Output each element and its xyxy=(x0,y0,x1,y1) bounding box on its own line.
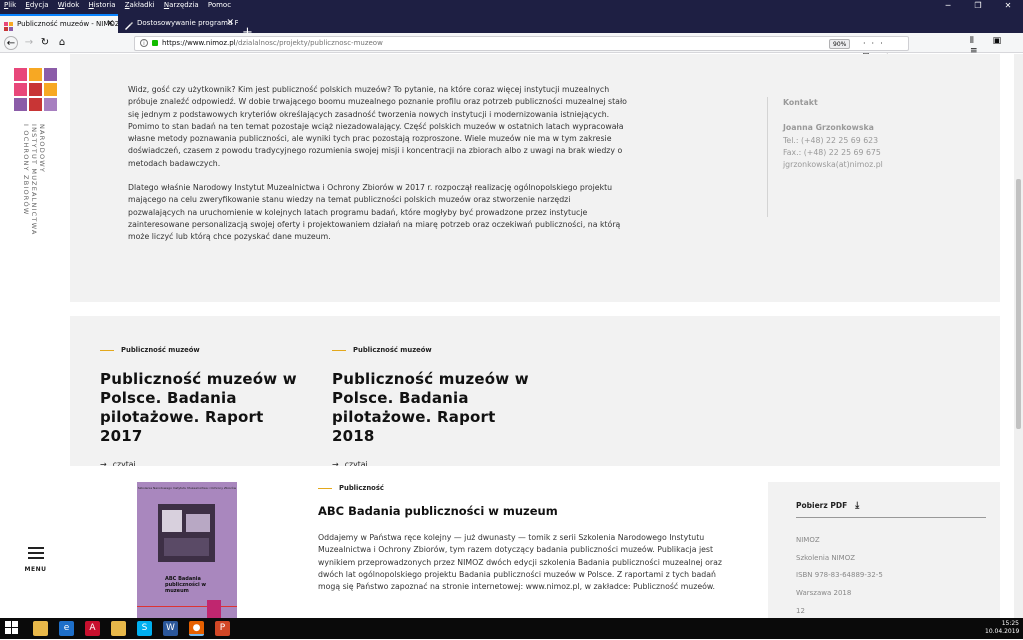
firefox-icon[interactable]: ● xyxy=(189,621,204,636)
back-button[interactable]: ← xyxy=(4,36,18,50)
url-bar[interactable]: i https://www.nimoz.pl/dzialalnosc/proje… xyxy=(134,36,909,61)
meta-publisher: NIMOZ xyxy=(796,536,820,544)
menu-history[interactable]: Historia xyxy=(89,0,116,11)
pdf-panel: Pobierz PDF ⤓ NIMOZ Szkolenia NIMOZ ISBN … xyxy=(768,482,1000,618)
book-tag: Publiczność xyxy=(318,484,728,492)
system-clock[interactable]: 15:25 10.04.2019 xyxy=(985,620,1019,636)
close-window-button[interactable]: ✕ xyxy=(993,0,1023,11)
edge-icon[interactable]: e xyxy=(59,621,74,636)
zoom-level-badge[interactable]: 90% xyxy=(829,39,851,49)
cover-title: ABC Badania publiczności w muzeum xyxy=(165,576,207,594)
logo-tile xyxy=(14,83,27,96)
book-cover-image[interactable]: Szkolenia Narodowego Instytutu Muzealnic… xyxy=(137,482,237,618)
scrollbar-thumb[interactable] xyxy=(1016,179,1021,429)
download-pdf-button[interactable]: Pobierz PDF ⤓ xyxy=(796,494,986,518)
nimoz-favicon-icon xyxy=(4,21,13,31)
meta-series: Szkolenia NIMOZ xyxy=(796,553,855,562)
intro-section: Widz, gość czy użytkownik? Kim jest publ… xyxy=(70,54,1000,302)
logo-tile xyxy=(44,98,57,111)
report-tag: Publiczność muzeów xyxy=(100,346,300,354)
book-section: Szkolenia Narodowego Instytutu Muzealnic… xyxy=(70,466,1000,618)
info-icon[interactable]: i xyxy=(140,39,148,47)
minimize-button[interactable]: ─ xyxy=(933,0,963,11)
logo-tile xyxy=(44,83,57,96)
report-tag: Publiczność muzeów xyxy=(332,346,532,354)
acrobat-icon[interactable]: A xyxy=(85,621,100,636)
word-icon[interactable]: W xyxy=(163,621,178,636)
hamburger-icon xyxy=(27,547,44,549)
menu-bookmarks[interactable]: Zakładki xyxy=(125,0,155,11)
book-info: Publiczność ABC Badania publiczności w m… xyxy=(318,484,728,593)
tab-title: Dostosowywanie programu Fir xyxy=(137,19,238,27)
contact-box: Kontakt Joanna Grzonkowska Tel.: (+48) 2… xyxy=(767,97,883,217)
tab-publicznosc[interactable]: Publiczność muzeów - NIMOZ ✕ xyxy=(0,14,118,33)
skype-icon[interactable]: S xyxy=(137,621,152,636)
contact-email[interactable]: jgrzonkowska(at)nimoz.pl xyxy=(783,159,883,171)
powerpoint-icon[interactable]: P xyxy=(215,621,230,636)
menu-edit[interactable]: Edycja xyxy=(25,0,48,11)
folder-icon[interactable] xyxy=(111,621,126,636)
book-meta: NIMOZ Szkolenia NIMOZ ISBN 978-83-64889-… xyxy=(796,532,883,618)
meta-place-year: Warszawa 2018 xyxy=(796,589,852,598)
home-button[interactable]: ⌂ xyxy=(55,36,69,50)
navigation-bar: ← → ↻ ⌂ i https://www.nimoz.pl/dzialalno… xyxy=(0,33,1023,61)
reports-section: Publiczność muzeów Publiczność muzeów w … xyxy=(70,316,1000,469)
intro-text: Widz, gość czy użytkownik? Kim jest publ… xyxy=(128,84,628,256)
intro-paragraph-2: Dlatego właśnie Narodowy Instytut Muzeal… xyxy=(128,183,621,242)
logo-tile xyxy=(44,68,57,81)
window-controls: ─ ❐ ✕ xyxy=(933,0,1023,11)
windows-taskbar: e A S W ● P 15:25 10.04.2019 xyxy=(0,618,1023,639)
logo-tile xyxy=(29,98,42,111)
book-title: ABC Badania publiczności w muzeum xyxy=(318,504,558,518)
org-name: NARODOWY INSTYTUT MUZEALNICTWA I OCHRONY… xyxy=(22,124,46,236)
page-scrollbar[interactable] xyxy=(1014,54,1023,618)
close-tab-icon[interactable]: ✕ xyxy=(106,16,114,33)
book-description: Oddajemy w Państwa ręce kolejny — już dw… xyxy=(318,533,722,592)
tab-firefox-settings[interactable]: Dostosowywanie programu Fir ✕ xyxy=(120,14,238,33)
contact-title: Kontakt xyxy=(783,98,818,107)
menu-button[interactable]: MENU xyxy=(23,544,48,573)
file-explorer-icon[interactable] xyxy=(33,621,48,636)
contact-name: Joanna Grzonkowska xyxy=(783,123,874,133)
page-viewport: NARODOWY INSTYTUT MUZEALNICTWA I OCHRONY… xyxy=(0,54,1014,618)
menu-help[interactable]: Pomoc xyxy=(208,0,231,11)
logo-tile xyxy=(14,98,27,111)
contact-tel: Tel.: (+48) 22 25 69 623 xyxy=(783,135,879,145)
menu-file[interactable]: Plik xyxy=(4,0,16,11)
report-card-2018[interactable]: Publiczność muzeów Publiczność muzeów w … xyxy=(332,346,532,469)
logo-tile xyxy=(29,83,42,96)
download-icon: ⤓ xyxy=(855,501,860,511)
logo-tile xyxy=(29,68,42,81)
logo-tile xyxy=(14,68,27,81)
meta-isbn: ISBN 978-83-64889-32-5 xyxy=(796,571,883,580)
forward-button[interactable]: → xyxy=(22,36,36,50)
close-tab-icon[interactable]: ✕ xyxy=(226,14,234,33)
maximize-button[interactable]: ❐ xyxy=(963,0,993,11)
contact-fax: Fax.: (+48) 22 25 69 675 xyxy=(783,147,881,157)
windows-start-icon[interactable] xyxy=(4,621,19,636)
brush-icon xyxy=(124,19,133,30)
nimoz-logo[interactable] xyxy=(14,68,57,111)
url-text[interactable]: https://www.nimoz.pl/dzialalnosc/projekt… xyxy=(162,37,383,50)
menu-label: MENU xyxy=(24,566,47,573)
report-title[interactable]: Publiczność muzeów w Polsce. Badania pil… xyxy=(100,370,300,446)
intro-paragraph-1: Widz, gość czy użytkownik? Kim jest publ… xyxy=(128,85,627,168)
tab-title: Publiczność muzeów - NIMOZ xyxy=(17,20,118,28)
lock-icon[interactable] xyxy=(152,40,158,46)
report-card-2017[interactable]: Publiczność muzeów Publiczność muzeów w … xyxy=(100,346,300,469)
meta-volume: 12 xyxy=(796,606,805,615)
report-title[interactable]: Publiczność muzeów w Polsce. Badania pil… xyxy=(332,370,532,446)
toolbar-icons[interactable]: ⫴ ▣ ≡ xyxy=(970,36,1023,56)
tab-bar: Publiczność muzeów - NIMOZ ✕ Dostosowywa… xyxy=(0,11,1023,40)
cover-photo xyxy=(158,504,215,562)
site-sidebar: NARODOWY INSTYTUT MUZEALNICTWA I OCHRONY… xyxy=(0,54,70,618)
menu-bar: Plik Edycja Widok Historia Zakładki Narz… xyxy=(0,0,1023,11)
section-gap xyxy=(70,302,1000,316)
cover-series: Szkolenia Narodowego Instytutu Muzealnic… xyxy=(137,486,237,490)
menu-tools[interactable]: Narzędzia xyxy=(164,0,199,11)
menu-view[interactable]: Widok xyxy=(58,0,80,11)
reload-button[interactable]: ↻ xyxy=(38,36,52,50)
